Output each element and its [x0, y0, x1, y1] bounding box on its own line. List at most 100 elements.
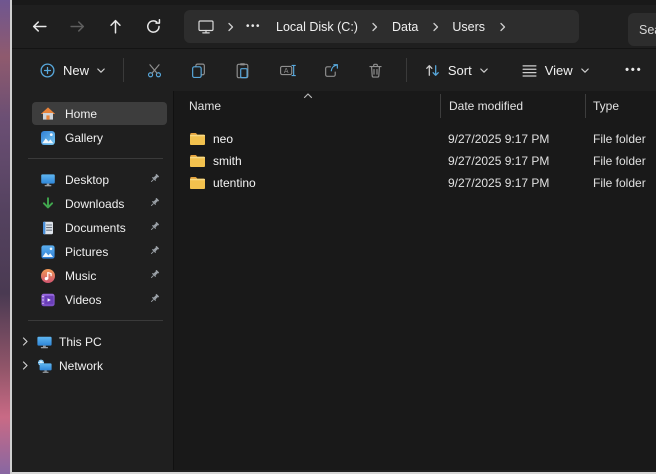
sidebar-item-label: Downloads: [65, 197, 124, 211]
downloads-icon: [40, 196, 56, 212]
file-list-pane: Name Date modified Type neo 9/27/2025 9:…: [173, 91, 656, 470]
paste-icon: [234, 62, 251, 79]
home-icon: [40, 106, 56, 122]
navigation-bar: ••• Local Disk (C:) Data Users: [12, 5, 656, 49]
refresh-icon: [145, 18, 162, 35]
sidebar-item-label: Gallery: [65, 131, 103, 145]
sidebar-item-videos[interactable]: Videos: [32, 288, 167, 311]
breadcrumb-chevron[interactable]: [222, 16, 238, 38]
content-area: Home Gallery Desktop: [12, 91, 656, 470]
pin-icon[interactable]: [148, 269, 160, 281]
file-row-utentino[interactable]: utentino 9/27/2025 9:17 PM File folder: [174, 172, 656, 193]
forward-icon: [69, 18, 86, 35]
sidebar-item-label: Home: [65, 107, 97, 121]
toolbar-separator: [123, 58, 124, 82]
sidebar-item-label: Documents: [65, 221, 126, 235]
sidebar-item-home[interactable]: Home: [32, 102, 167, 125]
paste-button[interactable]: [224, 54, 262, 86]
this-pc-monitor-icon: [36, 334, 53, 350]
navigation-sidebar: Home Gallery Desktop: [12, 91, 173, 470]
see-more-button[interactable]: •••: [615, 54, 653, 86]
new-button[interactable]: New: [30, 54, 115, 86]
view-icon: [521, 62, 538, 79]
sort-label: Sort: [448, 63, 472, 78]
see-more-icon: •••: [625, 64, 643, 76]
delete-button[interactable]: [357, 54, 395, 86]
sidebar-item-this-pc[interactable]: This PC: [14, 330, 167, 353]
pin-icon[interactable]: [148, 245, 160, 257]
address-bar[interactable]: ••• Local Disk (C:) Data Users: [184, 10, 579, 43]
file-name: smith: [213, 154, 242, 168]
toolbar-separator: [406, 58, 407, 82]
breadcrumb-chevron[interactable]: [494, 16, 510, 38]
sidebar-item-desktop[interactable]: Desktop: [32, 168, 167, 191]
file-row-smith[interactable]: smith 9/27/2025 9:17 PM File folder: [174, 150, 656, 171]
sidebar-item-pictures[interactable]: Pictures: [32, 240, 167, 263]
file-name: neo: [213, 132, 233, 146]
chevron-right-icon[interactable]: [20, 336, 30, 347]
chevron-right-icon[interactable]: [20, 360, 30, 371]
chevron-down-icon: [479, 66, 489, 75]
pin-icon[interactable]: [148, 293, 160, 305]
folder-icon: [189, 132, 206, 146]
sort-icon: [424, 62, 441, 79]
cut-button[interactable]: [135, 54, 173, 86]
sidebar-item-label: Pictures: [65, 245, 108, 259]
share-button[interactable]: [312, 54, 350, 86]
documents-icon: [40, 220, 56, 236]
copy-button[interactable]: [179, 54, 217, 86]
sort-ascending-icon: [302, 92, 314, 100]
network-icon: [36, 358, 53, 374]
this-pc-icon[interactable]: [192, 18, 220, 35]
file-name: utentino: [213, 176, 256, 190]
folder-icon: [189, 154, 206, 168]
sort-button[interactable]: Sort: [415, 54, 498, 86]
delete-icon: [367, 62, 384, 79]
back-button[interactable]: [22, 11, 56, 43]
gallery-icon: [40, 130, 56, 146]
breadcrumb-data[interactable]: Data: [385, 16, 425, 38]
view-button[interactable]: View: [512, 54, 599, 86]
chevron-down-icon: [580, 66, 590, 75]
music-icon: [40, 268, 56, 284]
breadcrumb-chevron[interactable]: [427, 16, 443, 38]
sidebar-item-downloads[interactable]: Downloads: [32, 192, 167, 215]
pin-icon[interactable]: [148, 173, 160, 185]
breadcrumb-chevron[interactable]: [367, 16, 383, 38]
view-label: View: [545, 63, 573, 78]
column-header-row: Name Date modified Type: [174, 91, 656, 121]
file-row-neo[interactable]: neo 9/27/2025 9:17 PM File folder: [174, 128, 656, 149]
cut-icon: [146, 62, 163, 79]
chevron-down-icon: [96, 66, 106, 75]
file-date-modified: 9/27/2025 9:17 PM: [440, 132, 585, 146]
rename-button[interactable]: A: [268, 54, 306, 86]
column-header-date-modified[interactable]: Date modified: [441, 99, 585, 113]
file-date-modified: 9/27/2025 9:17 PM: [440, 154, 585, 168]
column-header-type[interactable]: Type: [586, 99, 656, 113]
sidebar-item-gallery[interactable]: Gallery: [32, 126, 167, 149]
column-header-name[interactable]: Name: [174, 99, 440, 113]
svg-text:A: A: [283, 68, 288, 75]
sidebar-item-label: Network: [59, 359, 103, 373]
refresh-button[interactable]: [136, 11, 170, 43]
up-button[interactable]: [98, 11, 132, 43]
sidebar-item-label: Music: [65, 269, 96, 283]
command-toolbar: New A: [12, 49, 656, 92]
videos-icon: [40, 292, 56, 308]
search-text: Sea: [639, 23, 656, 37]
sidebar-item-label: Videos: [65, 293, 101, 307]
forward-button[interactable]: [60, 11, 94, 43]
breadcrumb-overflow-button[interactable]: •••: [240, 17, 267, 36]
pin-icon[interactable]: [148, 221, 160, 233]
breadcrumb-local-disk[interactable]: Local Disk (C:): [269, 16, 365, 38]
sidebar-item-music[interactable]: Music: [32, 264, 167, 287]
file-explorer-window: ••• Local Disk (C:) Data Users Sea New: [12, 0, 656, 472]
pin-icon[interactable]: [148, 197, 160, 209]
sidebar-item-documents[interactable]: Documents: [32, 216, 167, 239]
sidebar-separator: [28, 158, 163, 159]
breadcrumb-users[interactable]: Users: [445, 16, 492, 38]
file-rows: neo 9/27/2025 9:17 PM File folder smith …: [174, 121, 656, 193]
sidebar-item-label: Desktop: [65, 173, 109, 187]
sidebar-item-network[interactable]: Network: [14, 354, 167, 377]
search-input[interactable]: Sea: [628, 13, 656, 46]
